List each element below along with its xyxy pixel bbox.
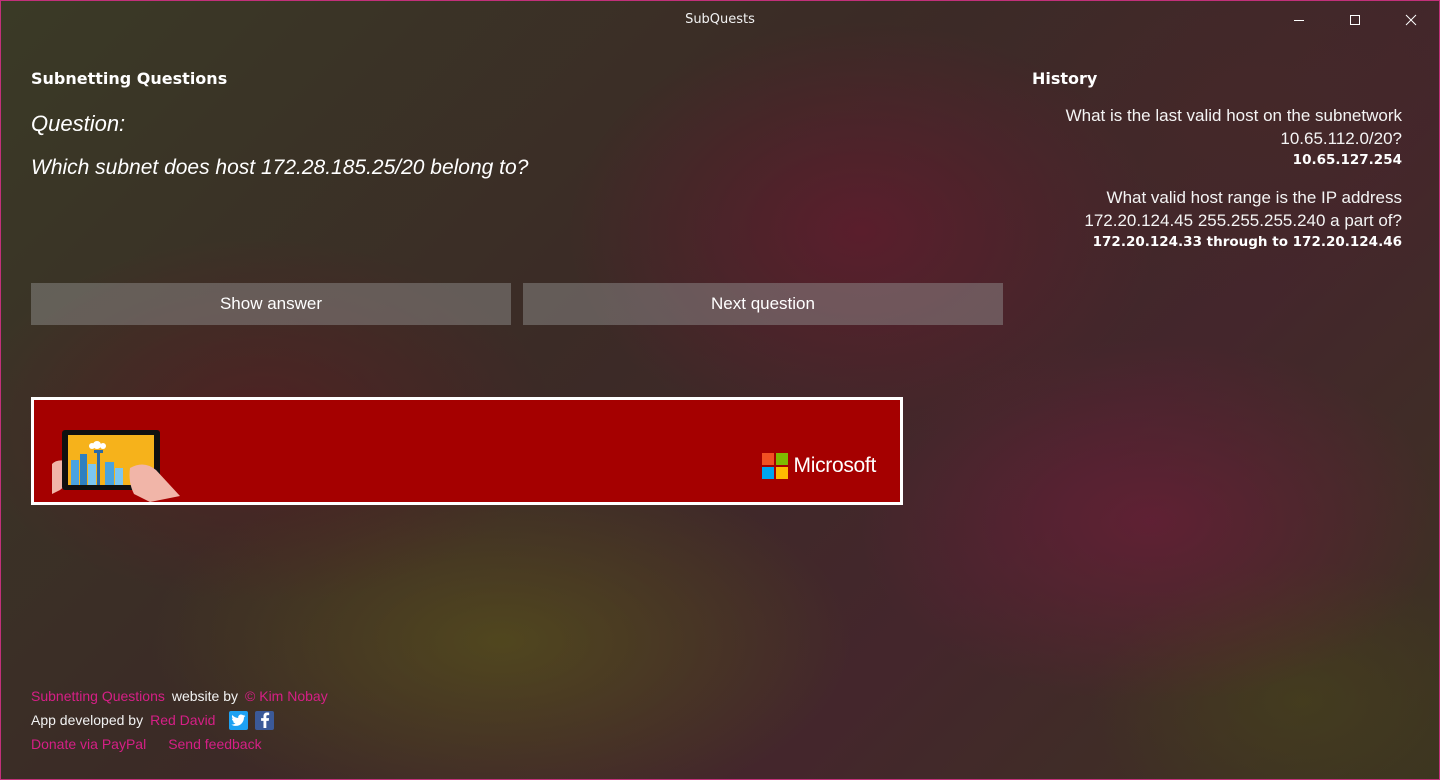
facebook-icon[interactable] (255, 710, 275, 730)
question-text: Which subnet does host 172.28.185.25/20 … (31, 156, 529, 179)
footer: Subnetting Questions website by © Kim No… (31, 684, 328, 756)
history-item: What valid host range is the IP address … (1022, 186, 1402, 252)
window-controls (1271, 1, 1439, 39)
history-item: What is the last valid host on the subne… (1022, 104, 1402, 170)
close-button[interactable] (1383, 1, 1439, 39)
ad-banner[interactable]: Microsoft (31, 397, 903, 505)
send-feedback-link[interactable]: Send feedback (168, 736, 261, 752)
microsoft-logo: Microsoft (761, 453, 877, 479)
title-bar[interactable]: SubQuests (1, 1, 1439, 39)
developed-by-text: App developed by (31, 712, 144, 728)
website-by-text: website by (171, 688, 239, 704)
footer-credits-line: Subnetting Questions website by © Kim No… (31, 684, 328, 708)
close-icon (1405, 14, 1417, 26)
app-window: SubQuests Subnetting Questions Question: (0, 0, 1440, 780)
developer-link[interactable]: Red David (150, 712, 215, 728)
history-title: History (1032, 69, 1098, 88)
tablet-illustration (52, 430, 180, 502)
history-answer: 172.20.124.33 through to 172.20.124.46 (1092, 234, 1402, 250)
author-link[interactable]: © Kim Nobay (245, 688, 328, 704)
footer-support-line: Donate via PayPal Send feedback (31, 732, 328, 756)
maximize-icon (1350, 15, 1360, 25)
show-answer-button[interactable]: Show answer (31, 283, 511, 325)
window-title: SubQuests (685, 12, 755, 27)
ad-brand-text: Microsoft (793, 454, 877, 477)
donate-paypal-link[interactable]: Donate via PayPal (31, 736, 146, 752)
page-title: Subnetting Questions (31, 69, 228, 88)
maximize-button[interactable] (1327, 1, 1383, 39)
footer-developer-line: App developed by Red David (31, 708, 328, 732)
subnetting-questions-link[interactable]: Subnetting Questions (31, 688, 165, 704)
minimize-icon (1294, 20, 1304, 21)
history-answer: 10.65.127.254 (1292, 152, 1402, 168)
question-label: Question: (31, 111, 126, 136)
history-question: What valid host range is the IP address … (1084, 188, 1402, 230)
history-list: What is the last valid host on the subne… (1022, 104, 1402, 268)
twitter-icon[interactable] (229, 710, 249, 730)
minimize-button[interactable] (1271, 1, 1327, 39)
microsoft-logo-icon (761, 453, 788, 479)
next-question-button[interactable]: Next question (523, 283, 1003, 325)
history-question: What is the last valid host on the subne… (1065, 106, 1402, 148)
